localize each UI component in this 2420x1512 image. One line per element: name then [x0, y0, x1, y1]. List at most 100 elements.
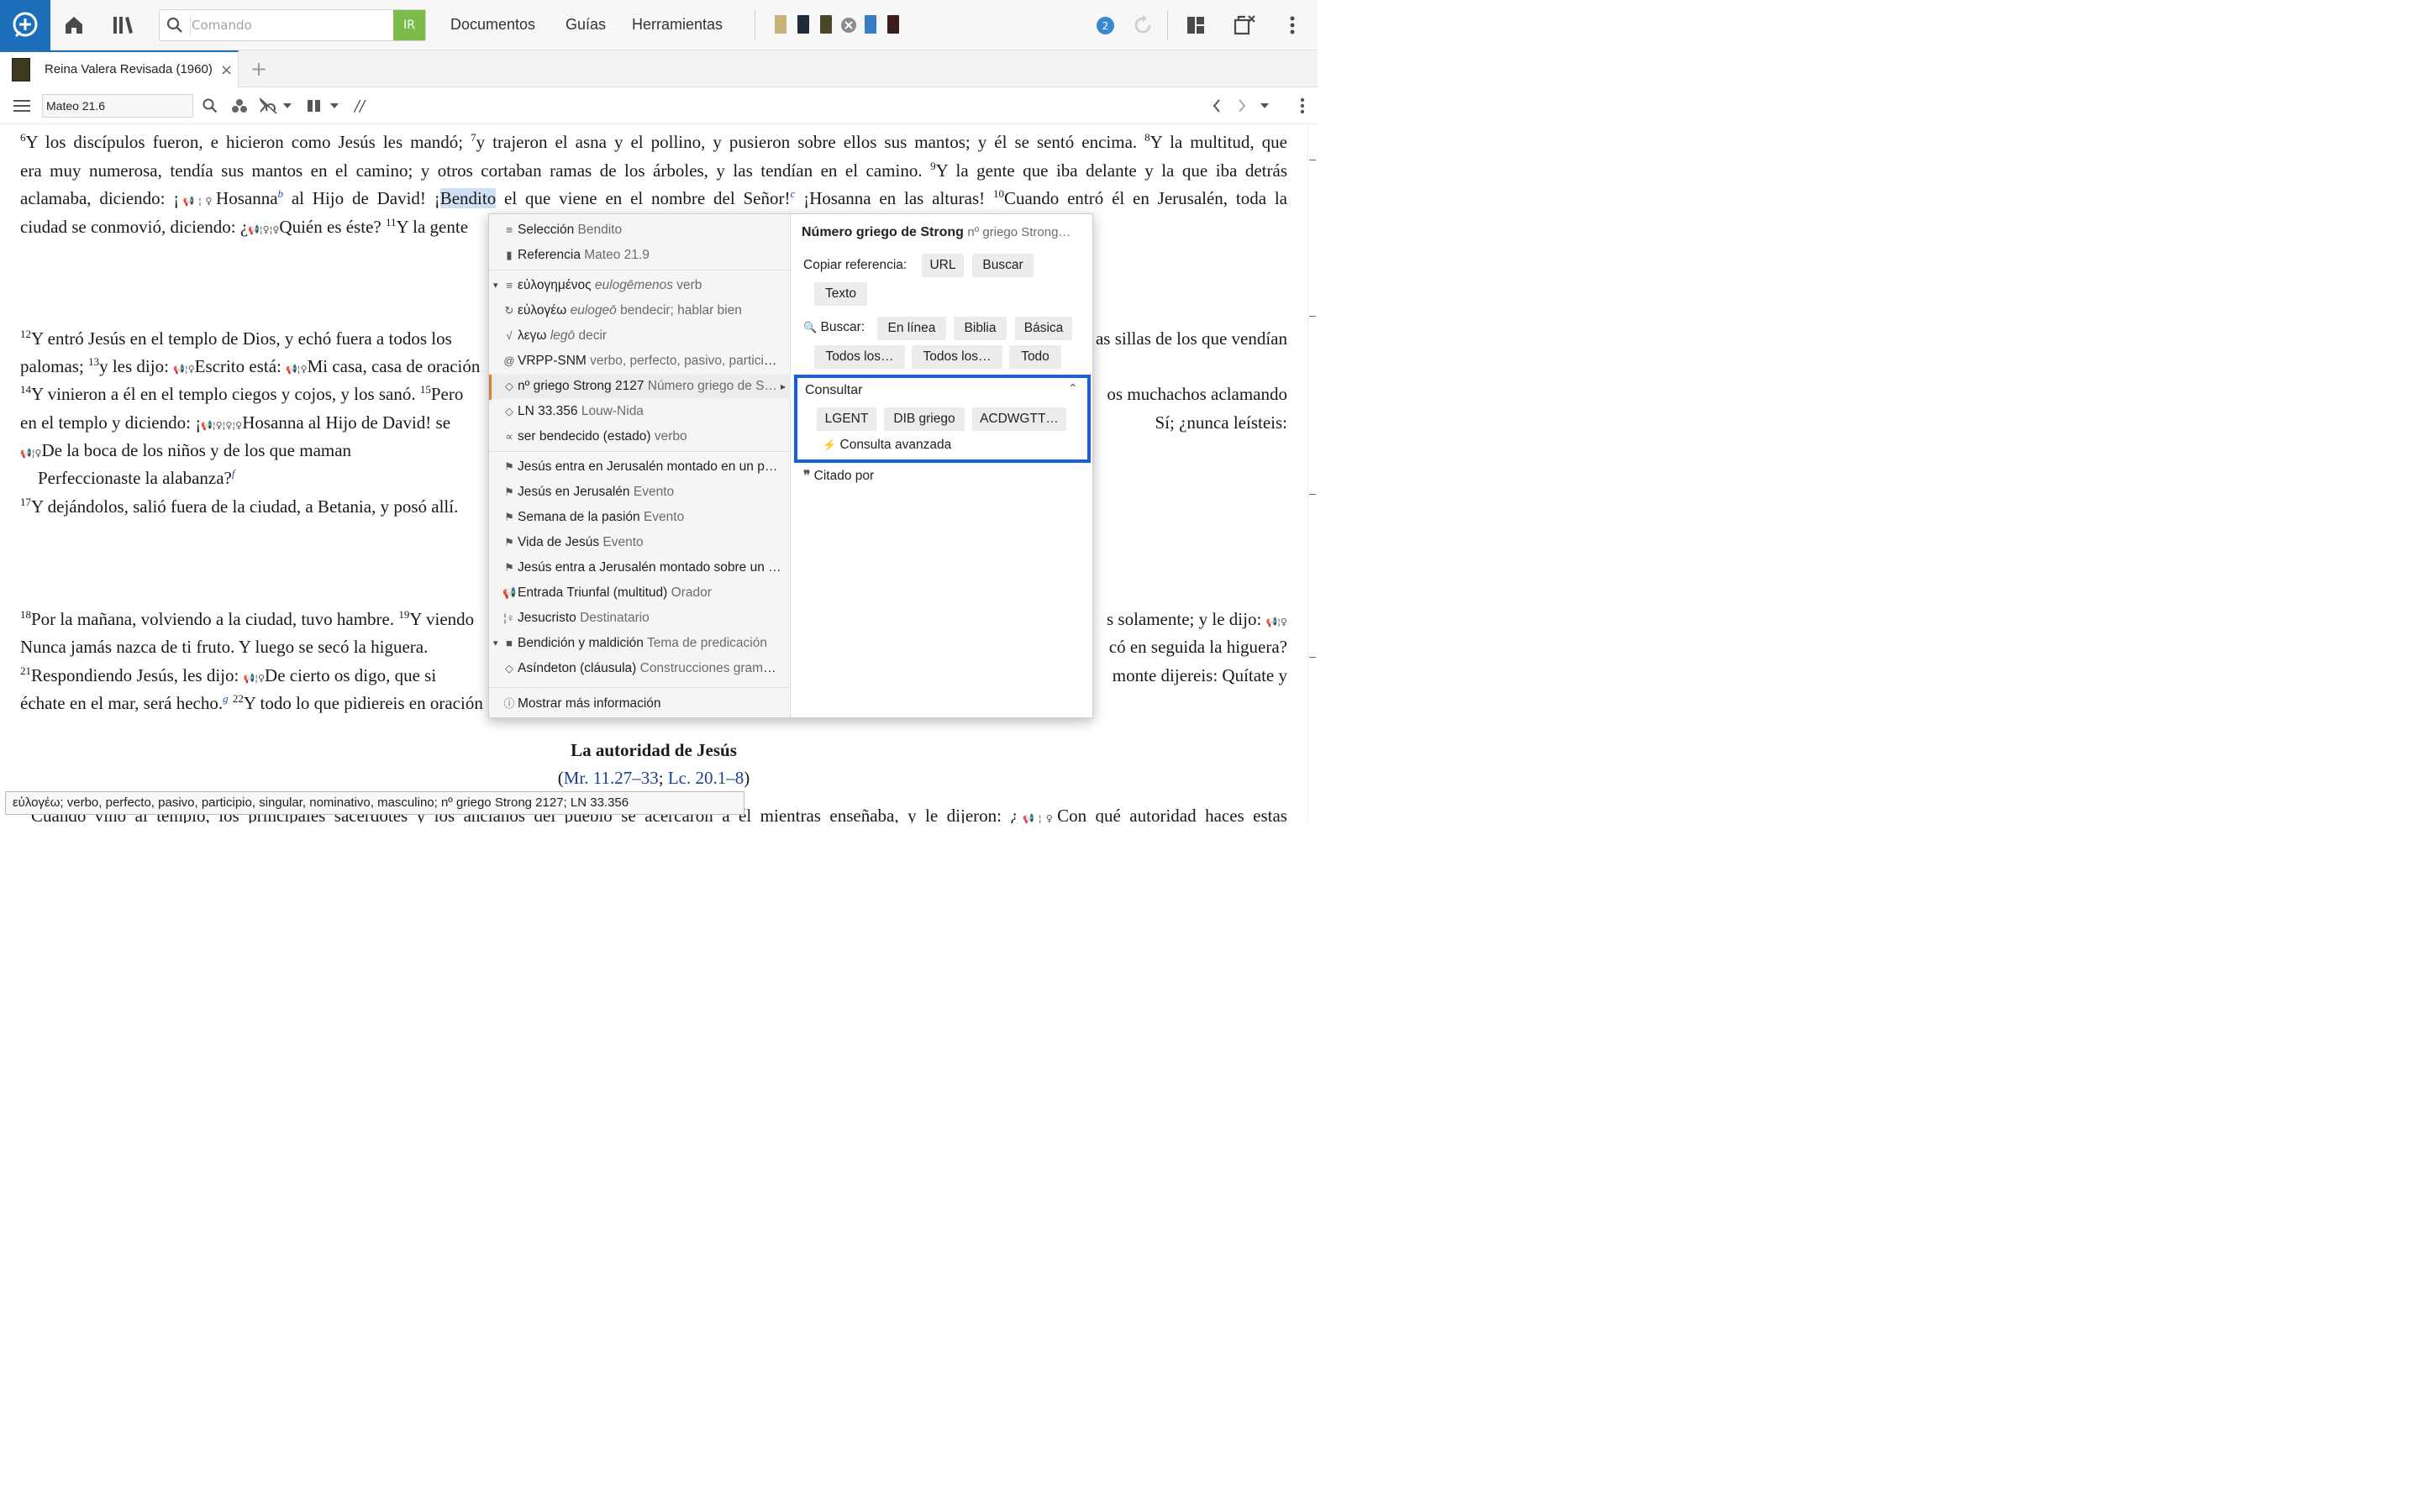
- more-vertical-icon[interactable]: [1292, 96, 1313, 116]
- consult-dib-button[interactable]: DIB griego: [884, 407, 965, 431]
- context-menu-item[interactable]: ■ ▾ Bendición y maldición Tema de predicac…: [489, 631, 791, 656]
- close-tab-icon[interactable]: ×: [220, 61, 233, 79]
- context-menu-item[interactable]: ▮ Referencia Mateo 21.9: [489, 243, 791, 268]
- recent-resource-icon[interactable]: [865, 15, 876, 34]
- chevron-right-icon[interactable]: [1232, 96, 1252, 116]
- cited-by-item[interactable]: ❞ Citado por: [803, 468, 874, 484]
- panel-menu-icon[interactable]: [12, 96, 32, 116]
- chevron-down-icon[interactable]: [281, 96, 294, 116]
- search-icon[interactable]: [200, 96, 220, 116]
- close-circle-icon[interactable]: [834, 10, 864, 40]
- context-menu-item[interactable]: ⚑ Jesús entra a Jerusalén montado sobre u…: [489, 555, 791, 580]
- verse-line-fragment[interactable]: os muchachos aclamando: [1107, 381, 1287, 407]
- menu-documentos[interactable]: Documentos: [450, 16, 535, 34]
- reference-input[interactable]: [42, 94, 193, 118]
- recent-resource-icon[interactable]: [797, 15, 809, 34]
- parallel-resources-icon[interactable]: //: [350, 96, 370, 116]
- menu-item-label: Jesús entra en Jerusalén montado en un p…: [518, 459, 782, 474]
- chevron-down-icon[interactable]: [328, 96, 341, 116]
- recent-resource-icon[interactable]: [887, 15, 899, 34]
- context-menu-item[interactable]: ⚑ Jesús en Jerusalén Evento: [489, 480, 791, 505]
- advanced-consult-link[interactable]: ⚡ Consulta avanzada: [823, 438, 951, 453]
- expand-icon[interactable]: ▾: [493, 631, 498, 656]
- separator: ;: [658, 768, 668, 788]
- copy-text-button[interactable]: Texto: [814, 282, 867, 306]
- verse-line-fragment[interactable]: có en seguida la higuera?: [1109, 634, 1287, 659]
- divider: [1167, 10, 1168, 40]
- close-panels-icon[interactable]: [1229, 10, 1260, 40]
- tab-title: Reina Valera Revisada (1960): [45, 62, 213, 76]
- search-all-button[interactable]: Todos los…: [814, 345, 905, 369]
- more-info-item[interactable]: ⓘ Mostrar más información: [489, 691, 791, 717]
- crossref-link[interactable]: Mr. 11.27–33: [564, 768, 659, 788]
- menu-item-icon: ≡: [506, 223, 513, 236]
- more-vertical-icon[interactable]: [1277, 10, 1307, 40]
- search-bible-button[interactable]: Biblia: [954, 317, 1007, 340]
- chevron-left-icon[interactable]: [1207, 96, 1227, 116]
- tab-reina-valera[interactable]: Reina Valera Revisada (1960) ×: [0, 50, 239, 87]
- context-menu-item[interactable]: ∝ ser bendecido (estado) verbo: [489, 424, 791, 449]
- copy-search-button[interactable]: Buscar: [972, 254, 1034, 277]
- copy-url-button[interactable]: URL: [922, 254, 964, 277]
- menu-item-label: Referencia Mateo 21.9: [518, 248, 650, 262]
- search-all-button[interactable]: Todos los…: [912, 345, 1002, 369]
- add-tab-icon[interactable]: +: [250, 57, 267, 81]
- context-menu-item[interactable]: ↻ εὐλογέω eulogeō bendecir; hablar bien: [489, 298, 791, 323]
- context-menu-item[interactable]: ⚑ Jesús entra en Jerusalén montado en un …: [489, 454, 791, 480]
- context-menu-item[interactable]: ≡ ▾ εὐλογημένος eulogēmenos verb: [489, 273, 791, 298]
- sync-icon[interactable]: [1128, 10, 1158, 40]
- verse-line-fragment[interactable]: Sí; ¿nunca leísteis:: [1155, 410, 1287, 435]
- history-dropdown-icon[interactable]: [1257, 96, 1272, 116]
- verse-line[interactable]: aclamaba, diciendo: ¡📢¦♀Hosannab al Hijo…: [20, 186, 1287, 211]
- search-online-button[interactable]: En línea: [877, 317, 946, 340]
- menu-guias[interactable]: Guías: [566, 16, 606, 34]
- consult-section: Consultar ⌃ LGENT DIB griego ACDWGTT… ⚡ …: [794, 375, 1091, 463]
- menu-item-icon: ⚑: [504, 460, 514, 473]
- interlinear-icon[interactable]: [257, 96, 279, 116]
- consult-lgent-button[interactable]: LGENT: [817, 407, 876, 431]
- context-menu-item[interactable]: @ VRPP-SNM verbo, perfecto, pasivo, parti…: [489, 349, 791, 374]
- recent-resource-icon[interactable]: [820, 15, 832, 34]
- more-info-label: Mostrar más información: [518, 696, 661, 711]
- menu-item-label: εὐλογημένος eulogēmenos verb: [518, 278, 702, 292]
- search-basic-button[interactable]: Básica: [1015, 317, 1072, 340]
- context-menu-item[interactable]: ¦♀ Jesucristo Destinatario: [489, 606, 791, 631]
- menu-item-icon: ¦♀: [503, 612, 515, 624]
- menu-item-label: ser bendecido (estado) verbo: [518, 429, 687, 444]
- context-menu-item[interactable]: ◇ nº griego Strong 2127 Número griego de …: [489, 374, 791, 399]
- context-menu: ≡ Selección Bendito ▮ Referencia Mateo 21.9…: [488, 213, 1093, 718]
- chevron-up-icon[interactable]: ⌃: [1068, 381, 1078, 396]
- home-icon[interactable]: [59, 10, 89, 40]
- search-icon: 🔍: [803, 321, 818, 333]
- search-everything-button[interactable]: Todo: [1009, 345, 1061, 369]
- menu-herramientas[interactable]: Herramientas: [632, 16, 723, 34]
- context-menu-item[interactable]: 📢 Entrada Triunfal (multitud) Orador: [489, 580, 791, 606]
- context-menu-list: ≡ Selección Bendito ▮ Referencia Mateo 21.9…: [489, 214, 791, 717]
- crossref-link[interactable]: Lc. 20.1–8: [668, 768, 744, 788]
- layouts-icon[interactable]: [1181, 10, 1211, 40]
- library-icon[interactable]: [108, 10, 138, 40]
- verse-line-fragment[interactable]: s solamente; y le dijo: 📢¦♀: [1107, 606, 1287, 632]
- context-menu-item[interactable]: ⚑ Vida de Jesús Evento: [489, 530, 791, 555]
- recent-resource-icon[interactable]: [775, 15, 786, 34]
- notification-badge[interactable]: 2: [1097, 17, 1114, 34]
- context-menu-item[interactable]: ≡ Selección Bendito: [489, 218, 791, 243]
- expand-icon[interactable]: ▾: [493, 273, 498, 298]
- verse-line[interactable]: era muy numerosa, tendía sus mantos en e…: [20, 158, 1287, 183]
- context-menu-item[interactable]: ⚑ Semana de la pasión Evento: [489, 505, 791, 530]
- go-button[interactable]: IR: [393, 10, 425, 40]
- logos-logo-button[interactable]: [0, 0, 50, 50]
- verse-line-fragment[interactable]: as sillas de los que vendían: [1096, 326, 1287, 351]
- verse-line-fragment[interactable]: monte dijereis: Quítate y: [1113, 663, 1287, 688]
- menu-item-label: Semana de la pasión Evento: [518, 510, 685, 524]
- scrollbar[interactable]: [1307, 124, 1318, 823]
- consult-acdwgtt-button[interactable]: ACDWGTT…: [972, 407, 1066, 431]
- context-menu-item[interactable]: ◇ LN 33.356 Louw-Nida: [489, 399, 791, 424]
- context-menu-item[interactable]: ◇ Asíndeton (cláusula) Construcciones gra…: [489, 656, 791, 681]
- paren: ): [744, 768, 750, 788]
- verse-line[interactable]: 6Y los discípulos fueron, e hicieron com…: [20, 129, 1287, 155]
- visual-filter-icon[interactable]: [229, 96, 250, 116]
- command-input[interactable]: [192, 15, 383, 35]
- columns-icon[interactable]: [304, 96, 324, 116]
- context-menu-item[interactable]: √ λεγω legō decir: [489, 323, 791, 349]
